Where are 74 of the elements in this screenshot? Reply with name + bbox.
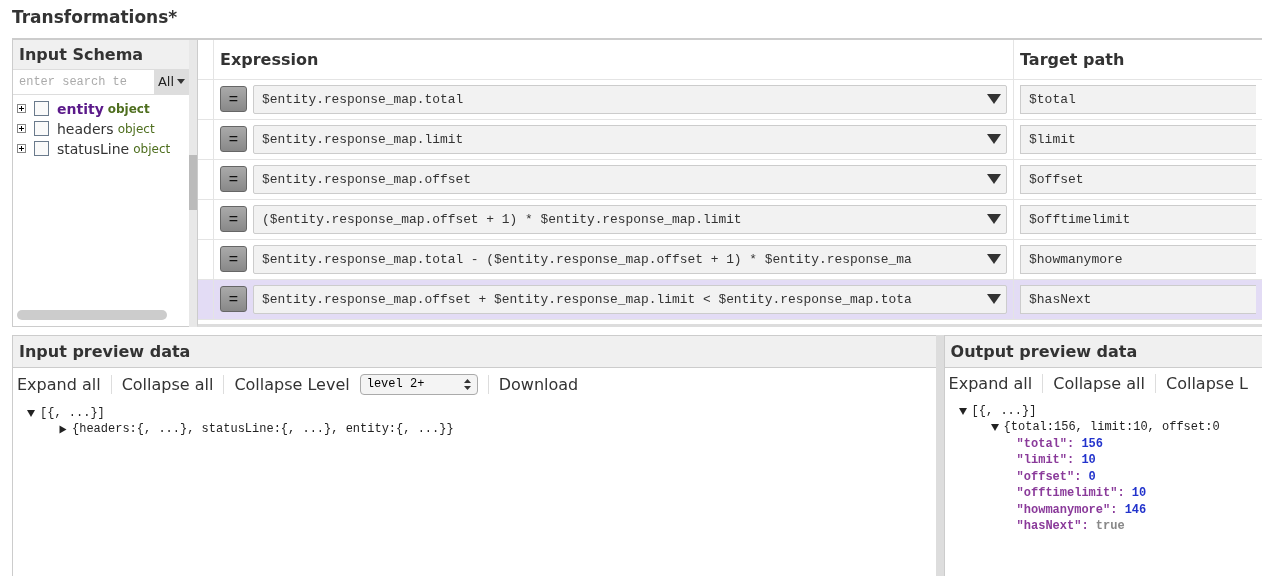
collapsed-triangle-icon[interactable] (59, 425, 67, 434)
mapping-row[interactable]: = $entity.response_map.offset + $entity.response_map.limit < $entity.response_map.tota $hasNext (198, 279, 1262, 320)
operator-button[interactable]: = (220, 246, 247, 273)
json-field: "limit": 10 (950, 452, 1256, 469)
json-field: "hasNext": true (950, 518, 1256, 535)
json-field: "total": 156 (950, 435, 1256, 453)
caret-icon (986, 93, 1002, 106)
caret-icon (177, 79, 185, 85)
expression-field[interactable]: $entity.response_map.limit (253, 124, 1007, 154)
mapping-row[interactable]: = $entity.response_map.total - ($entity.response_map.offset + 1) * $entity.response_ma $howmanymore (198, 239, 1262, 280)
operator-button[interactable]: = (220, 86, 247, 113)
target-path-field[interactable]: $total (1020, 84, 1256, 114)
expression-field[interactable]: $entity.response_map.offset + $entity.response_map.limit < $entity.response_map.tota (253, 284, 1007, 314)
target-path-field[interactable]: $offset (1020, 164, 1256, 194)
expanded-triangle-icon[interactable] (958, 407, 967, 415)
mapping-row[interactable]: = $entity.response_map.total $total (198, 79, 1262, 120)
expression-field[interactable]: $entity.response_map.total - ($entity.response_map.offset + 1) * $entity.response_ma (253, 244, 1007, 274)
schema-field-name[interactable]: statusLine (57, 140, 130, 157)
toolbar-link[interactable]: Expand all (948, 373, 1043, 393)
json-field: "offset": 0 (950, 468, 1256, 486)
schema-field-type: object (133, 141, 171, 156)
caret-icon (986, 133, 1002, 146)
operator-button[interactable]: = (220, 286, 247, 313)
tree-node-text: {total:156, limit:10, offset:0 (1003, 419, 1220, 436)
toolbar-link[interactable]: Collapse Level (223, 374, 360, 394)
json-field: "howmanymore": 146 (950, 501, 1256, 519)
operator-button[interactable]: = (220, 206, 247, 233)
caret-icon (986, 253, 1002, 266)
stepper-arrows-icon (463, 378, 471, 390)
checkbox[interactable] (34, 141, 49, 157)
schema-field-type: object (107, 101, 150, 116)
expanded-triangle-icon[interactable] (990, 424, 999, 432)
panel-heading: Input Schema (13, 39, 189, 70)
schema-field-type: object (117, 121, 155, 136)
expression-field[interactable]: $entity.response_map.offset (253, 164, 1007, 194)
checkbox[interactable] (34, 101, 49, 117)
column-header: Expression (220, 49, 319, 69)
checkbox[interactable] (34, 121, 49, 137)
tree-node-text: [{, ...}] (40, 404, 105, 422)
expanded-triangle-icon[interactable] (27, 409, 35, 417)
panel-heading: Input preview data (13, 334, 936, 368)
page-title: Transformations* (11, 6, 179, 29)
json-field: "offtimelimit": 10 (950, 485, 1256, 502)
caret-icon (986, 213, 1002, 226)
expand-icon[interactable] (17, 144, 26, 154)
expand-icon[interactable] (17, 124, 26, 134)
tree-node-text: {headers:{, ...}, statusLine:{, ...}, entity:{, ...}} (72, 421, 454, 438)
scrollbar[interactable] (17, 309, 167, 320)
panel-heading: Output preview data (944, 334, 1262, 368)
mapping-row[interactable]: = ($entity.response_map.offset + 1) * $entity.response_map.limit $offtimelimit (198, 199, 1262, 240)
download-link[interactable]: Download (487, 374, 589, 394)
toolbar-link[interactable]: Collapse all (1042, 373, 1155, 393)
target-path-field[interactable]: $hasNext (1020, 284, 1256, 314)
expression-field[interactable]: ($entity.response_map.offset + 1) * $entity.response_map.limit (253, 204, 1007, 234)
operator-button[interactable]: = (220, 126, 247, 153)
caret-icon (986, 173, 1002, 186)
level-select[interactable]: level 2+ (359, 373, 478, 395)
toolbar-link[interactable]: Collapse all (110, 374, 224, 394)
expression-field[interactable]: $entity.response_map.total (253, 84, 1007, 114)
target-path-field[interactable]: $limit (1020, 124, 1256, 154)
mapping-row[interactable]: = $entity.response_map.limit $limit (198, 119, 1262, 160)
scrollbar[interactable] (189, 154, 197, 210)
schema-field-name[interactable]: entity (57, 100, 104, 117)
target-path-field[interactable]: $offtimelimit (1020, 204, 1256, 234)
target-path-field[interactable]: $howmanymore (1020, 244, 1256, 274)
toolbar-link[interactable]: Expand all (17, 374, 111, 394)
caret-icon (986, 293, 1002, 306)
tree-node-text: [{, ...}] (971, 402, 1037, 420)
schema-field-name[interactable]: headers (57, 120, 114, 137)
mapping-row[interactable]: = $entity.response_map.offset $offset (198, 159, 1262, 200)
column-header: Target path (1020, 49, 1125, 69)
expand-icon[interactable] (17, 104, 26, 114)
operator-button[interactable]: = (220, 166, 247, 193)
toolbar-link[interactable]: Collapse L (1155, 373, 1258, 393)
